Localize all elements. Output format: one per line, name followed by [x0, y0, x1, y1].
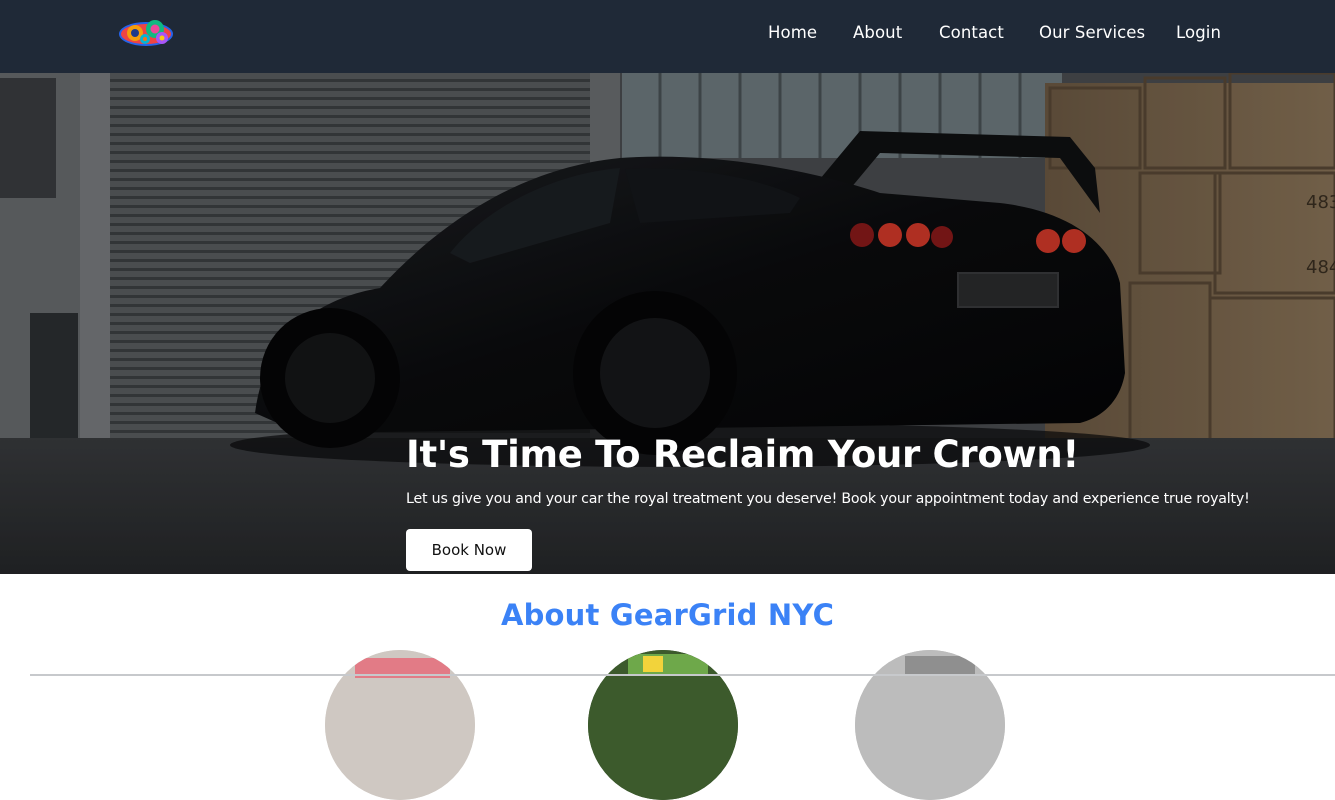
about-title: About GearGrid NYC: [500, 598, 835, 632]
about-image-3: [855, 650, 1005, 800]
nav-link-home[interactable]: Home: [768, 23, 817, 42]
hero-title: It's Time To Reclaim Your Crown!: [406, 433, 1079, 476]
nav-link-login[interactable]: Login: [1176, 23, 1221, 42]
hero-subtitle: Let us give you and your car the royal t…: [406, 491, 1250, 507]
about-image-1: [325, 650, 475, 800]
nav-link-about[interactable]: About: [853, 23, 902, 42]
book-now-button[interactable]: Book Now: [406, 529, 532, 571]
hero-section: 483 484 It's Time To Reclaim Your Crown!…: [0, 73, 1335, 574]
colorful-gears-logo-icon[interactable]: [118, 17, 174, 49]
about-image-2: [588, 650, 738, 800]
nav-link-our-services[interactable]: Our Services: [1039, 23, 1145, 42]
about-section: About GearGrid NYC: [0, 574, 1335, 800]
nav-link-contact[interactable]: Contact: [939, 23, 1004, 42]
navbar: Home About Contact Our Services Login: [0, 0, 1335, 73]
